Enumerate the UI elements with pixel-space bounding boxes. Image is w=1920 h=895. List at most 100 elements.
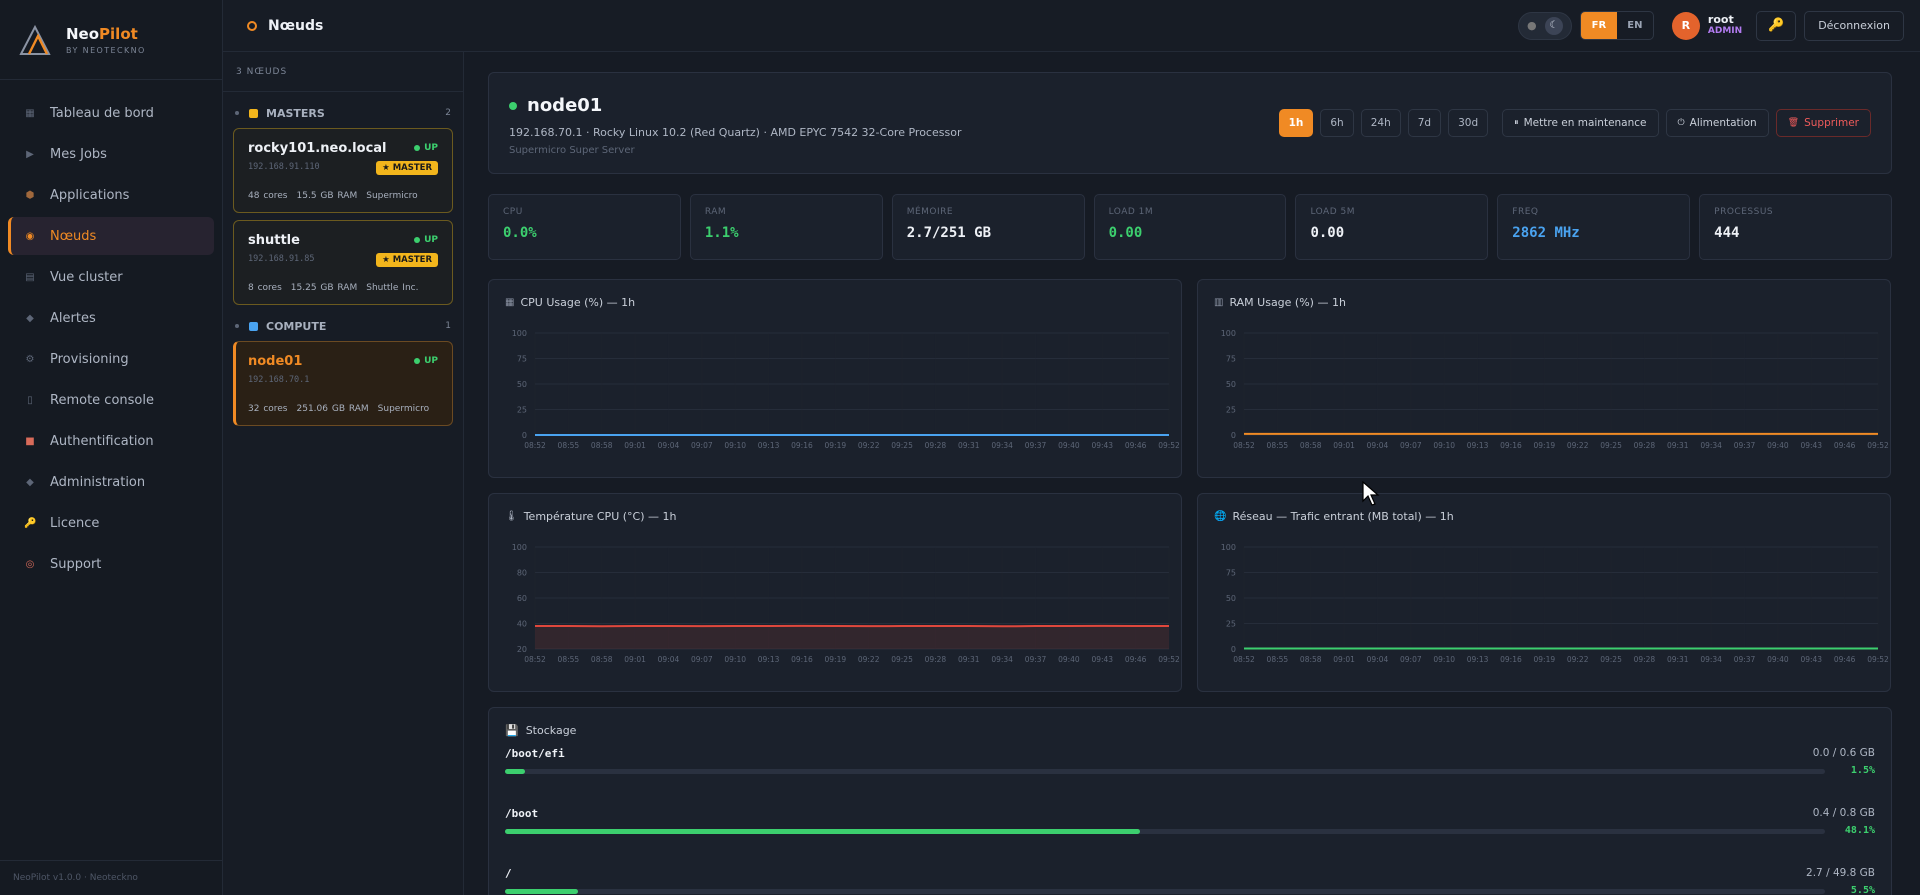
x-tick-label: 09:34 bbox=[1700, 655, 1722, 664]
group-header-compute[interactable]: COMPUTE 1 bbox=[235, 315, 451, 337]
node-card-node01[interactable]: node01 192.168.70.1 UP 32 cores 251.06 GB… bbox=[233, 341, 453, 426]
x-tick-label: 09:52 bbox=[1867, 441, 1889, 450]
lang-en-button[interactable]: EN bbox=[1617, 12, 1653, 39]
range-7d-button[interactable]: 7d bbox=[1407, 109, 1442, 137]
y-tick-label: 50 bbox=[1226, 594, 1236, 603]
maintenance-button[interactable]: ⏸ Mettre en maintenance bbox=[1502, 109, 1659, 137]
y-tick-label: 80 bbox=[517, 569, 527, 578]
network-traffic-chart: 🌐 Réseau — Trafic entrant (MB total) — 1h… bbox=[1197, 493, 1891, 692]
license-key-button[interactable]: 🔑 bbox=[1756, 10, 1797, 41]
ram-usage-chart: ▥ RAM Usage (%) — 1h 0 25 50 75 100 08:52 08:55… bbox=[1197, 279, 1891, 478]
sidebar-item-administration[interactable]: ◆ Administration bbox=[8, 463, 214, 501]
x-tick-label: 09:22 bbox=[858, 655, 880, 664]
y-tick-label: 0 bbox=[522, 431, 527, 440]
x-tick-label: 08:55 bbox=[558, 655, 580, 664]
x-tick-label: 08:52 bbox=[524, 441, 546, 450]
x-tick-label: 09:52 bbox=[1158, 441, 1180, 450]
stat-value: 2862 MHz bbox=[1512, 225, 1580, 241]
alert-icon: ◆ bbox=[26, 312, 34, 324]
sidebar-item-label: Mes Jobs bbox=[50, 146, 107, 162]
sidebar-item-provisioning[interactable]: ⚙ Provisioning bbox=[8, 340, 214, 378]
x-tick-label: 09:43 bbox=[1091, 441, 1113, 450]
x-tick-label: 08:58 bbox=[591, 441, 613, 450]
x-tick-label: 09:16 bbox=[791, 655, 813, 664]
x-tick-label: 09:31 bbox=[958, 441, 980, 450]
x-tick-label: 08:55 bbox=[558, 441, 580, 450]
x-tick-label: 08:52 bbox=[1233, 655, 1255, 664]
user-menu[interactable]: R root ADMIN bbox=[1671, 11, 1742, 40]
sidebar-item-cluster-view[interactable]: ▤ Vue cluster bbox=[8, 258, 214, 296]
gear-icon: ⚙ bbox=[25, 353, 35, 365]
sidebar-item-alerts[interactable]: ◆ Alertes bbox=[8, 299, 214, 337]
key-icon: 🔑 bbox=[24, 517, 37, 529]
stat-value: 2.7/251 GB bbox=[906, 225, 992, 241]
node-name: rocky101.neo.local bbox=[248, 141, 387, 156]
disk-used: 2.7 / 49.8 GB bbox=[1806, 867, 1875, 879]
sidebar-item-dashboard[interactable]: ▦ Tableau de bord bbox=[8, 94, 214, 132]
power-button[interactable]: ⏻ Alimentation bbox=[1665, 109, 1769, 137]
sidebar-item-remote-console[interactable]: ▯ Remote console bbox=[8, 381, 214, 419]
sidebar-item-support[interactable]: ◎ Support bbox=[8, 545, 214, 583]
status-badge: UP bbox=[414, 143, 438, 153]
stats-row: CPU 0.0% RAM 1.1% MÉMOIRE 2.7/251 GB LOAD 1… bbox=[488, 194, 1893, 260]
range-6h-button[interactable]: 6h bbox=[1320, 109, 1354, 137]
x-tick-label: 09:46 bbox=[1834, 441, 1856, 450]
pause-icon: ⏸ bbox=[1514, 118, 1519, 128]
range-24h-button[interactable]: 24h bbox=[1360, 109, 1401, 137]
y-tick-label: 0 bbox=[1231, 645, 1236, 654]
version-footer: NeoPilot v1.0.0 · Neoteckno bbox=[0, 860, 222, 895]
grid-icon: ▦ bbox=[25, 107, 35, 119]
x-tick-label: 09:01 bbox=[1333, 655, 1355, 664]
sidebar-item-jobs[interactable]: ▶ Mes Jobs bbox=[8, 135, 214, 173]
x-tick-label: 09:31 bbox=[1667, 441, 1689, 450]
neopilot-logo-icon bbox=[19, 24, 51, 55]
sidebar-item-authentication[interactable]: ■ Authentification bbox=[8, 422, 214, 460]
sidebar-item-applications[interactable]: ⬢ Applications bbox=[8, 176, 214, 214]
stat-freq: FREQ 2862 MHz bbox=[1497, 194, 1691, 260]
x-tick-label: 09:43 bbox=[1091, 655, 1113, 664]
range-30d-button[interactable]: 30d bbox=[1448, 109, 1489, 137]
sidebar-item-nodes[interactable]: ◉ Nœuds bbox=[8, 217, 214, 255]
x-tick-label: 09:40 bbox=[1767, 441, 1789, 450]
x-tick-label: 09:31 bbox=[1667, 655, 1689, 664]
stat-value: 444 bbox=[1714, 225, 1740, 241]
y-tick-label: 100 bbox=[512, 543, 527, 552]
sidebar-item-label: Nœuds bbox=[50, 228, 97, 244]
x-tick-label: 09:07 bbox=[691, 655, 713, 664]
brand[interactable]: NeoPilot BY NEOTECKNO bbox=[0, 0, 222, 80]
key-icon: 🔑 bbox=[1768, 18, 1785, 33]
status-dot-icon bbox=[414, 237, 421, 243]
trash-icon: 🗑 bbox=[1787, 118, 1800, 128]
status-dot-icon bbox=[414, 145, 421, 151]
play-icon: ▶ bbox=[26, 148, 34, 160]
y-tick-label: 50 bbox=[1226, 380, 1236, 389]
y-tick-label: 60 bbox=[517, 594, 527, 603]
x-tick-label: 09:01 bbox=[1333, 441, 1355, 450]
group-header-masters[interactable]: MASTERS 2 bbox=[235, 102, 451, 124]
topbar: Nœuds ● ☾ FR EN R root ADMIN 🔑 Déconnexi… bbox=[223, 0, 1920, 52]
sun-icon: ● bbox=[1527, 19, 1537, 32]
disk-used: 0.4 / 0.8 GB bbox=[1812, 807, 1875, 819]
box-icon: ⬢ bbox=[25, 189, 35, 201]
y-tick-label: 0 bbox=[1231, 431, 1236, 440]
lang-fr-button[interactable]: FR bbox=[1580, 12, 1617, 39]
x-tick-label: 09:07 bbox=[1400, 441, 1422, 450]
sidebar: NeoPilot BY NEOTECKNO ▦ Tableau de bord ▶… bbox=[0, 0, 223, 895]
sidebar-item-licence[interactable]: 🔑 Licence bbox=[8, 504, 214, 542]
moon-icon: ☾ bbox=[1544, 16, 1563, 35]
range-1h-button[interactable]: 1h bbox=[1278, 109, 1314, 137]
disk-usage-fill bbox=[505, 889, 578, 894]
theme-toggle[interactable]: ● ☾ bbox=[1517, 11, 1572, 40]
node-card-shuttle[interactable]: shuttle 192.168.91.85 UP ★ MASTER 8 core… bbox=[233, 220, 453, 305]
master-badge: ★ MASTER bbox=[376, 253, 438, 267]
language-switch: FR EN bbox=[1579, 11, 1654, 40]
delete-button[interactable]: 🗑 Supprimer bbox=[1775, 109, 1871, 137]
x-tick-label: 09:19 bbox=[825, 441, 847, 450]
node-count: 3 NŒUDS bbox=[223, 52, 463, 92]
node-card-rocky101[interactable]: rocky101.neo.local 192.168.91.110 UP ★ M… bbox=[233, 128, 453, 213]
node-meta: 8 cores 15.25 GB RAM Shuttle Inc. bbox=[248, 283, 419, 293]
sidebar-item-label: Support bbox=[50, 556, 102, 572]
logout-button[interactable]: Déconnexion bbox=[1804, 10, 1904, 41]
node-name: node01 bbox=[248, 354, 303, 369]
stat-processes: PROCESSUS 444 bbox=[1699, 194, 1893, 260]
